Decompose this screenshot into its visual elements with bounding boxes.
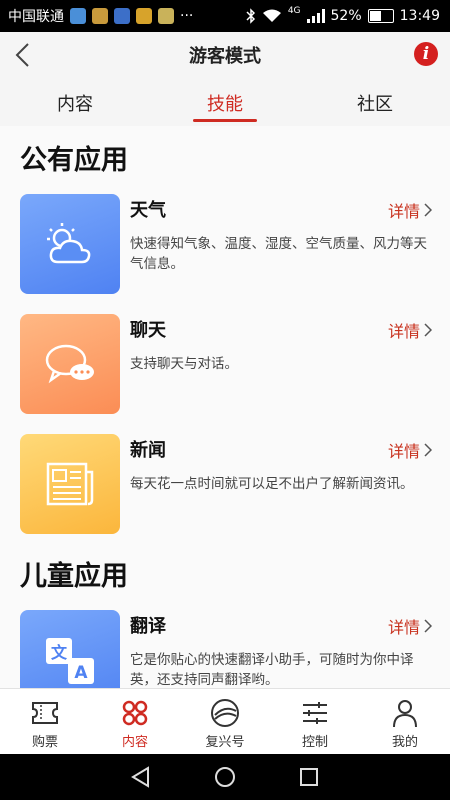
news-icon: [20, 434, 120, 534]
more-notifications-dots: ···: [180, 8, 194, 24]
tab-bar: 内容 技能 社区: [0, 78, 450, 126]
carrier-label: 中国联通: [8, 9, 64, 25]
app-card-news[interactable]: 新闻 详情 每天花一点时间就可以足不出户了解新闻资讯。: [0, 422, 450, 542]
tab-content[interactable]: 内容: [0, 78, 150, 126]
app-name: 聊天: [130, 320, 166, 341]
nav-label: 购票: [31, 735, 58, 750]
svg-text:文: 文: [51, 643, 68, 662]
app-name: 天气: [130, 200, 166, 221]
details-label: 详情: [387, 442, 420, 461]
page-title: 游客模式: [189, 46, 261, 67]
details-label: 详情: [387, 322, 420, 341]
network-type-label: 4G: [287, 6, 301, 16]
ticket-icon: [32, 702, 58, 724]
section-title-kids-apps: 儿童应用: [20, 561, 128, 592]
app-description: 每天花一点时间就可以足不出户了解新闻资讯。: [130, 476, 414, 492]
skills-list[interactable]: 公有应用 天气 详情 快速得知气象、温度、湿度、空气质量、风力等天气信息。 聊天…: [0, 126, 450, 688]
details-label: 详情: [387, 618, 420, 637]
app-name: 翻译: [130, 616, 166, 637]
app-card-chat[interactable]: 聊天 详情 支持聊天与对话。: [0, 302, 450, 422]
svg-text:A: A: [74, 663, 88, 683]
details-label: 详情: [387, 202, 420, 221]
app-card-weather[interactable]: 天气 详情 快速得知气象、温度、湿度、空气质量、风力等天气信息。: [0, 182, 450, 302]
wifi-icon: [262, 9, 281, 22]
app-name: 新闻: [130, 440, 166, 461]
status-bar: 中国联通 ··· 4G 52% 13:49: [0, 0, 450, 32]
details-link[interactable]: 详情: [388, 198, 432, 222]
weather-icon: [20, 194, 120, 294]
nav-item-control[interactable]: 控制: [270, 689, 360, 755]
system-recents-icon[interactable]: [298, 766, 320, 788]
notification-app-icon: [136, 8, 152, 24]
nav-item-content[interactable]: 内容: [90, 689, 180, 755]
details-link[interactable]: 详情: [388, 438, 432, 462]
chat-icon: [20, 314, 120, 414]
nav-label: 复兴号: [205, 735, 245, 750]
nav-item-profile[interactable]: 我的: [360, 689, 450, 755]
chevron-right-icon: [424, 323, 432, 337]
content-grid-icon: [122, 700, 148, 726]
battery-percent: 52%: [330, 8, 362, 24]
tab-label: 技能: [207, 94, 243, 115]
app-description: 它是你贴心的快速翻译小助手，可随时为你中译英，还支持同声翻译哟。: [130, 652, 414, 688]
tab-label: 内容: [57, 94, 93, 115]
notification-app-icon: [158, 8, 174, 24]
title-bar: 游客模式 i: [0, 32, 450, 78]
nav-item-tickets[interactable]: 购票: [0, 689, 90, 755]
nav-item-fuxing[interactable]: 复兴号: [180, 689, 270, 755]
system-home-icon[interactable]: [214, 766, 236, 788]
chevron-right-icon: [424, 619, 432, 633]
nav-label: 我的: [391, 735, 418, 750]
details-link[interactable]: 详情: [388, 614, 432, 638]
system-back-icon[interactable]: [130, 766, 152, 788]
notification-app-icon: [92, 8, 108, 24]
back-arrow-icon[interactable]: [10, 40, 38, 70]
sliders-icon: [303, 702, 327, 724]
bluetooth-icon: [246, 8, 255, 24]
notification-app-icon: [114, 8, 130, 24]
signal-icon: [306, 9, 325, 23]
chevron-right-icon: [424, 443, 432, 457]
tab-community[interactable]: 社区: [300, 78, 450, 126]
notification-app-icon: [70, 8, 86, 24]
system-nav-bar: [0, 754, 450, 800]
user-icon: [393, 700, 417, 728]
nav-label: 控制: [301, 735, 328, 750]
tab-skills[interactable]: 技能: [150, 78, 300, 126]
app-description: 支持聊天与对话。: [130, 356, 238, 372]
clock: 13:49: [399, 8, 440, 24]
section-title-public-apps: 公有应用: [20, 145, 128, 176]
bottom-nav: 购票 内容 复兴号 控制 我的: [0, 688, 450, 755]
app-description: 快速得知气象、温度、湿度、空气质量、风力等天气信息。: [130, 236, 427, 272]
chevron-right-icon: [424, 203, 432, 217]
app-card-translate[interactable]: 文A 翻译 详情 它是你贴心的快速翻译小助手，可随时为你中译英，还支持同声翻译哟…: [0, 598, 450, 688]
details-link[interactable]: 详情: [388, 318, 432, 342]
tab-label: 社区: [357, 94, 393, 115]
battery-icon: [367, 9, 394, 23]
info-icon[interactable]: i: [414, 42, 438, 66]
fuxing-logo-icon: [211, 699, 239, 727]
nav-label: 内容: [121, 735, 148, 750]
translate-icon: 文A: [20, 610, 120, 688]
